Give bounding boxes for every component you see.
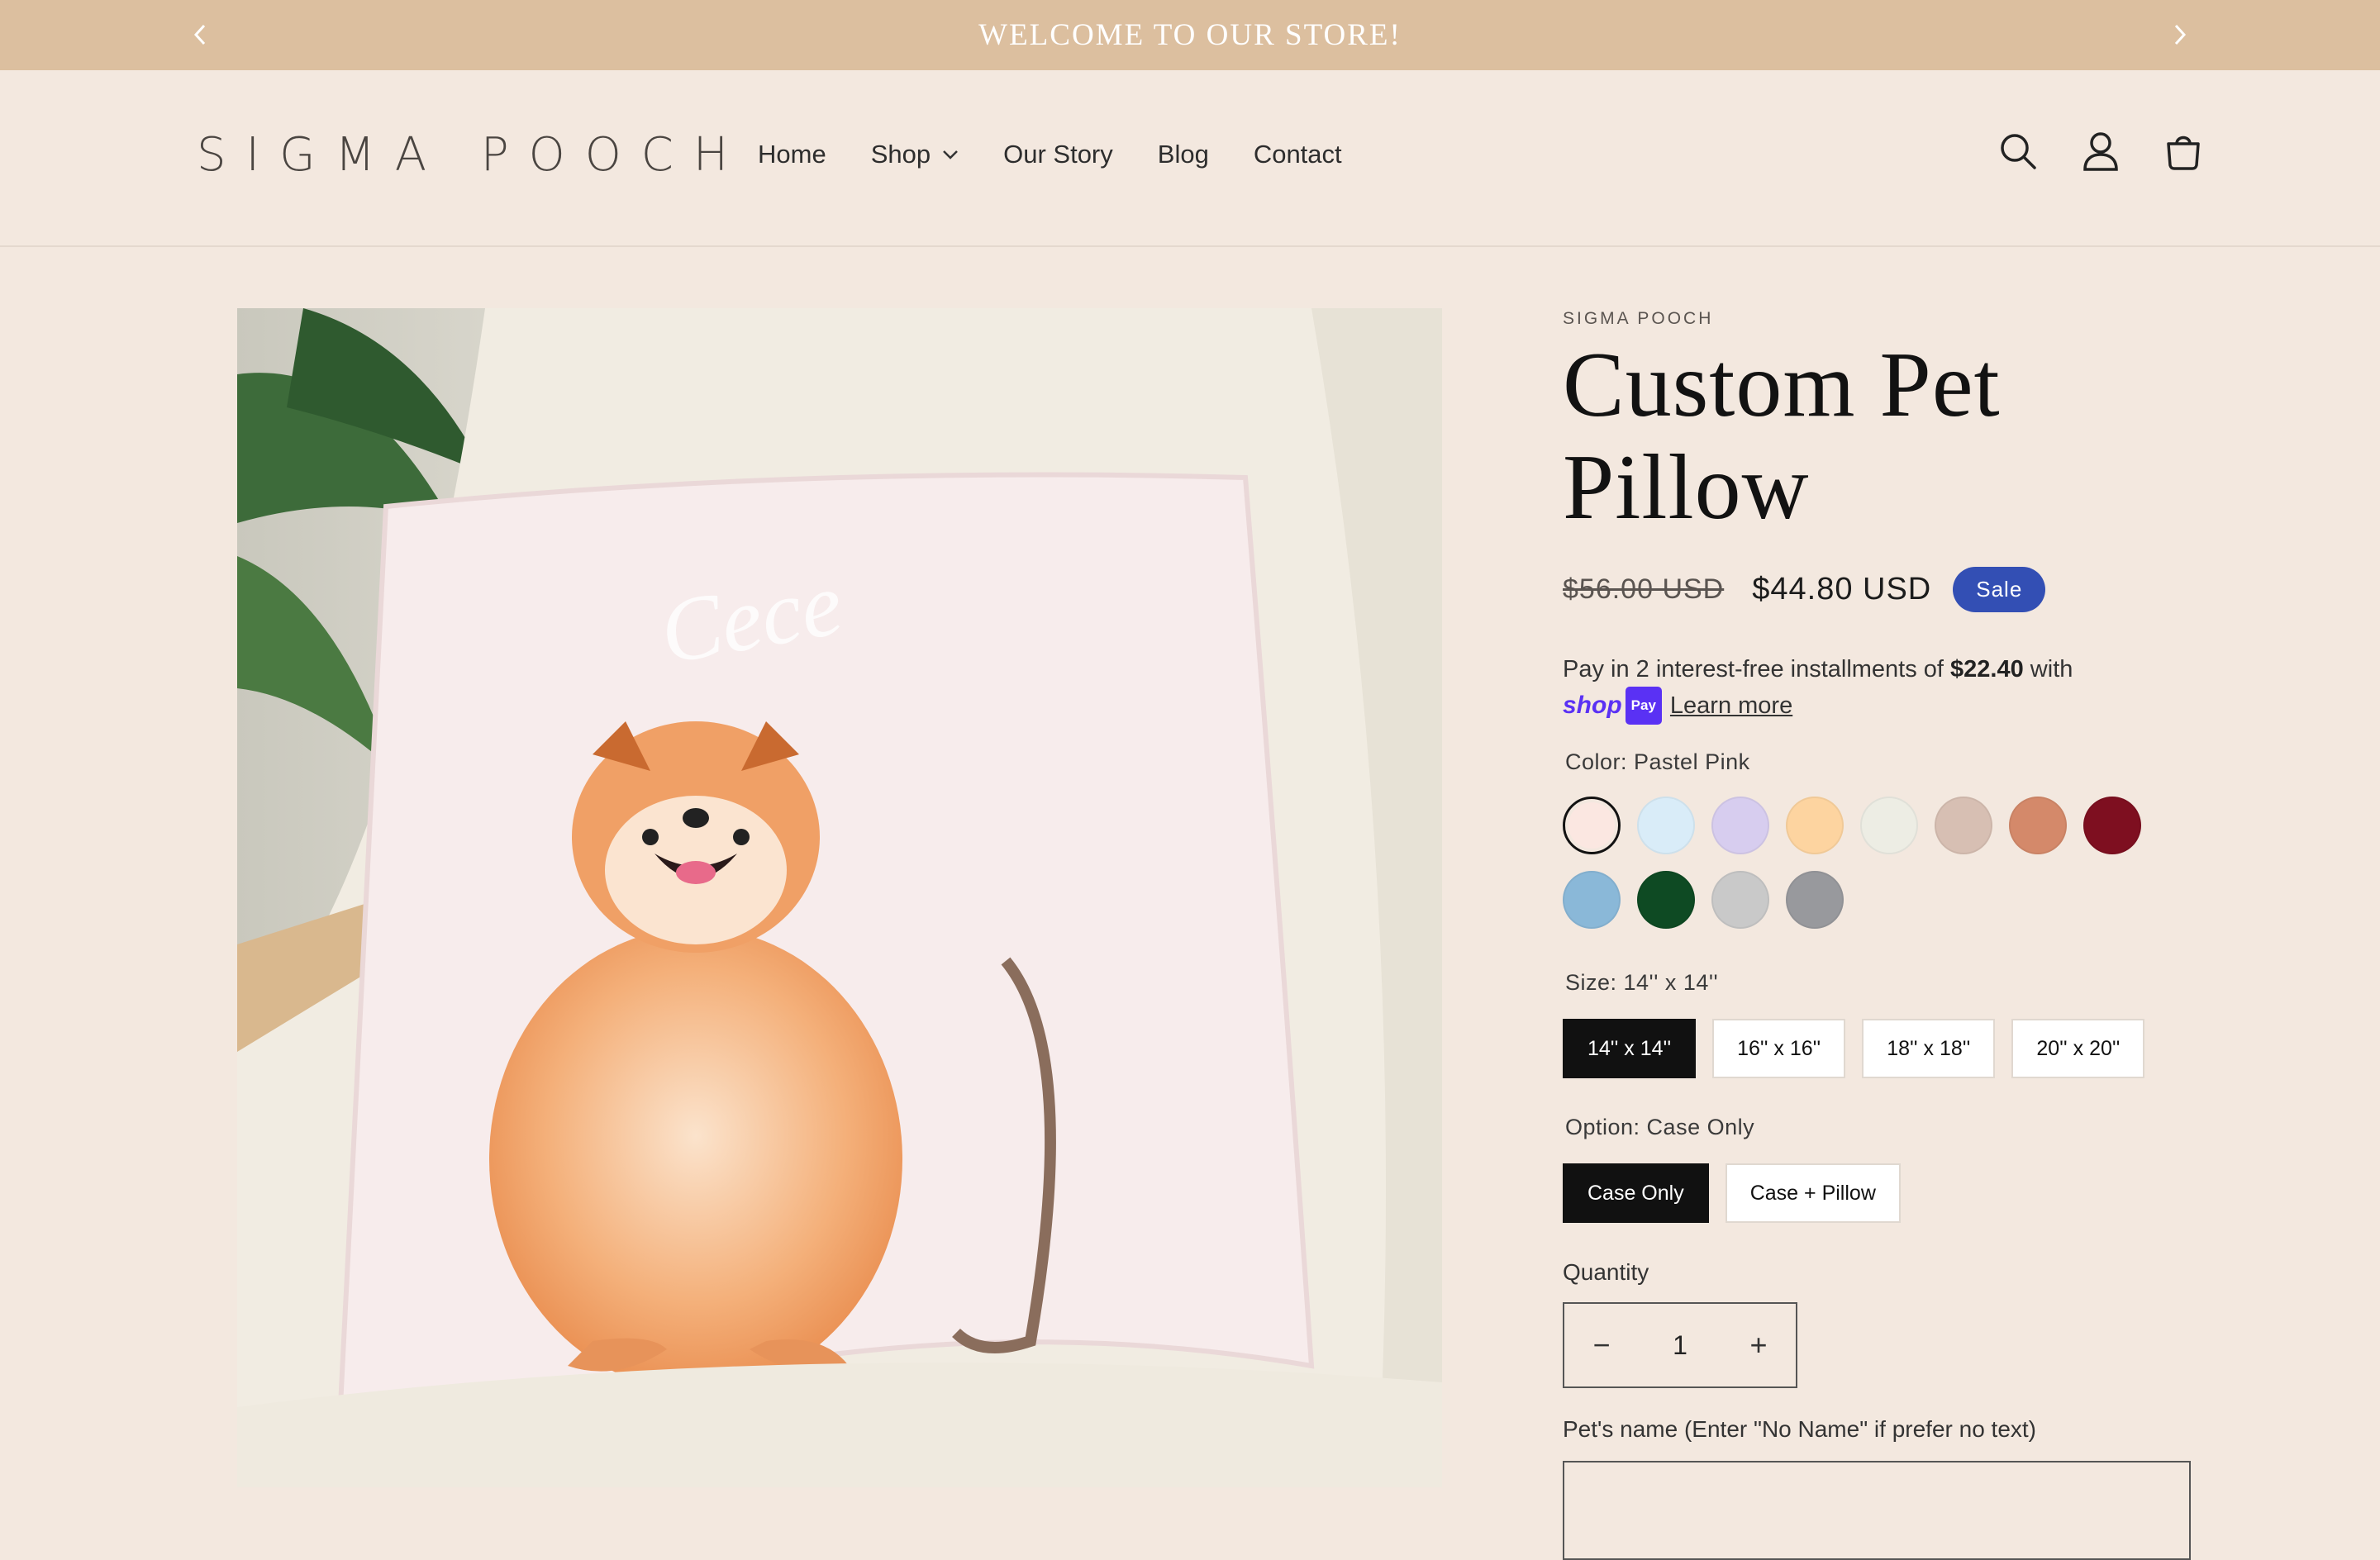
color-swatch[interactable] xyxy=(1935,797,1992,854)
installments-text: Pay in 2 interest-free installments of $… xyxy=(1563,652,2191,725)
size-buttons: 14'' x 14'' 16'' x 16'' 18'' x 18'' 20'' x … xyxy=(1563,1019,2191,1078)
size-option-button[interactable]: 16'' x 16'' xyxy=(1712,1019,1846,1078)
price-regular: $56.00 USD xyxy=(1563,573,1725,605)
case-option: Option: Case Only Case Only Case + Pillow xyxy=(1563,1115,2191,1223)
nav-shop[interactable]: Shop xyxy=(871,140,959,169)
sale-badge: Sale xyxy=(1953,567,2046,612)
quantity-value[interactable]: 1 xyxy=(1673,1330,1687,1361)
shop-pay-row: shop Pay Learn more xyxy=(1563,687,2191,725)
nav-home[interactable]: Home xyxy=(758,140,826,169)
site-header: SIGMA POOCH Home Shop Our Story Blog Con… xyxy=(0,70,2380,247)
quantity-plus-button[interactable]: + xyxy=(1721,1304,1796,1386)
pet-name-input[interactable] xyxy=(1563,1461,2191,1560)
chevron-left-icon[interactable] xyxy=(183,18,217,51)
size-option-button[interactable]: 18'' x 18'' xyxy=(1862,1019,1996,1078)
color-swatch[interactable] xyxy=(1637,797,1695,854)
chevron-right-icon[interactable] xyxy=(2163,18,2197,51)
size-option: Size: 14'' x 14'' 14'' x 14'' 16'' x 16''… xyxy=(1563,970,2191,1078)
product-info: SIGMA POOCH Custom Pet Pillow $56.00 USD… xyxy=(1563,306,2191,1560)
color-swatch[interactable] xyxy=(1711,797,1769,854)
color-swatch[interactable] xyxy=(1563,871,1621,929)
shop-pay-word: shop xyxy=(1563,692,1622,719)
size-option-button[interactable]: 14'' x 14'' xyxy=(1563,1019,1697,1078)
pillow-photo-illustration: Cece xyxy=(237,308,1442,1487)
size-option-button[interactable]: 20'' x 20'' xyxy=(2011,1019,2145,1078)
color-swatch[interactable] xyxy=(1637,871,1695,929)
learn-more-link[interactable]: Learn more xyxy=(1670,688,1792,723)
color-swatch[interactable] xyxy=(2009,797,2067,854)
price-sale: $44.80 USD xyxy=(1752,572,1932,606)
price-row: $56.00 USD $44.80 USD Sale xyxy=(1563,567,2191,612)
chevron-down-icon xyxy=(943,150,958,159)
shop-pay-box: Pay xyxy=(1625,687,1662,725)
installments-prefix: Pay in 2 interest-free installments of xyxy=(1563,656,1951,682)
main-nav: Home Shop Our Story Blog Contact xyxy=(758,140,1387,169)
case-option-button[interactable]: Case + Pillow xyxy=(1725,1163,1901,1223)
quantity-label: Quantity xyxy=(1563,1259,1649,1285)
announcement-bar: WELCOME TO OUR STORE! xyxy=(0,0,2380,70)
cart-icon[interactable] xyxy=(2163,130,2203,173)
header-actions xyxy=(1998,130,2203,173)
color-swatch[interactable] xyxy=(1860,797,1918,854)
color-swatch[interactable] xyxy=(1786,871,1844,929)
account-icon[interactable] xyxy=(2081,130,2121,173)
color-swatch[interactable] xyxy=(1563,797,1621,854)
quantity-stepper: − 1 + xyxy=(1563,1302,1797,1388)
color-swatch[interactable] xyxy=(1786,797,1844,854)
pet-name-label: Pet's name (Enter "No Name" if prefer no… xyxy=(1563,1416,2037,1442)
nav-shop-label: Shop xyxy=(870,140,931,169)
color-option: Color: Pastel Pink xyxy=(1563,749,2191,945)
option-buttons: Case Only Case + Pillow xyxy=(1563,1163,2191,1223)
nav-blog[interactable]: Blog xyxy=(1158,140,1209,169)
case-option-button[interactable]: Case Only xyxy=(1563,1163,1709,1223)
nav-our-story[interactable]: Our Story xyxy=(1003,140,1113,169)
announcement-text: WELCOME TO OUR STORE! xyxy=(978,18,1402,52)
product-vendor: SIGMA POOCH xyxy=(1563,309,1714,328)
nav-contact[interactable]: Contact xyxy=(1254,140,1342,169)
installments-amount: $22.40 xyxy=(1950,656,2024,682)
color-swatch[interactable] xyxy=(1711,871,1769,929)
color-swatch[interactable] xyxy=(2083,797,2141,854)
option-label: Option: Case Only xyxy=(1565,1115,1755,1139)
color-label: Color: Pastel Pink xyxy=(1565,749,1750,774)
store-logo[interactable]: SIGMA POOCH xyxy=(197,128,748,182)
product-image[interactable]: Cece xyxy=(237,308,1442,1487)
size-label: Size: 14'' x 14'' xyxy=(1565,970,1719,995)
shop-pay-logo: shop Pay xyxy=(1563,687,1662,725)
quantity-minus-button[interactable]: − xyxy=(1564,1304,1639,1386)
product-title: Custom Pet Pillow xyxy=(1563,334,2001,539)
search-icon[interactable] xyxy=(1998,130,2038,173)
color-swatches xyxy=(1563,797,2191,945)
installments-suffix: with xyxy=(2023,656,2073,682)
